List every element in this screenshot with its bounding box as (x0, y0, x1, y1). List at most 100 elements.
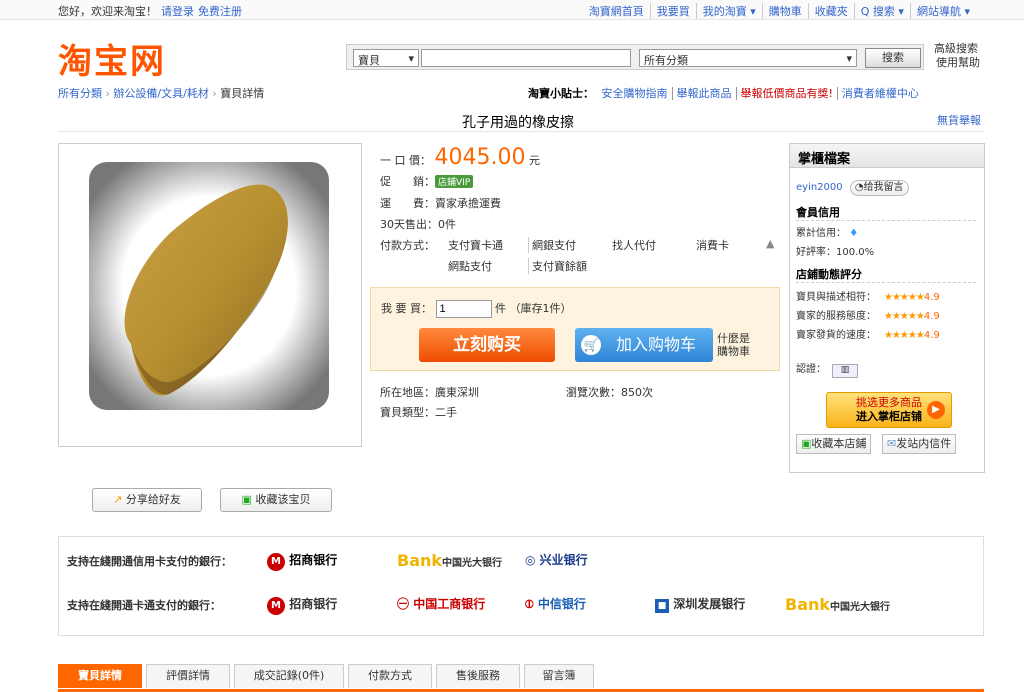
advanced-links: 高級搜索 使用幫助 (934, 42, 980, 70)
site-message-button[interactable]: ✉发站内信件 (882, 434, 957, 454)
star-add-icon: ▣ (801, 437, 812, 450)
pay-method: 消費卡 (696, 239, 729, 252)
nav-buy[interactable]: 我要買 (649, 3, 696, 19)
favorite-item-button[interactable]: ▣ 收藏该宝贝 (220, 488, 332, 512)
nav-search[interactable]: Q 搜索 ▾ (853, 3, 910, 19)
pay-method: 網點支付 (448, 260, 492, 273)
nav-cart[interactable]: 購物車 (761, 3, 808, 19)
quantity-input[interactable] (435, 300, 492, 318)
type-label: 寶貝類型： (380, 406, 435, 419)
tab-reviews[interactable]: 評價詳情 (146, 664, 230, 688)
shipping-row: 運 費：賣家承擔運費 (380, 195, 501, 211)
bank-logo-ceb[interactable]: Bank中国光大银行 (785, 595, 890, 614)
credit-title: 會員信用 (796, 204, 976, 221)
chevron-down-icon: ▾ (846, 52, 852, 65)
diamond-icon: ♦ (849, 228, 859, 239)
register-link[interactable]: 免费注册 (198, 5, 242, 18)
score-value: 4.9 (923, 292, 940, 303)
item-info: 一 口 價： 4045.00 元 促 銷： 店鋪VIP 運 費：賣家承擔運費 30… (380, 143, 780, 283)
collapse-icon[interactable]: ▲ (766, 237, 774, 250)
tab-after-sales[interactable]: 售後服務 (436, 664, 520, 688)
nav-favorites[interactable]: 收藏夾 (807, 3, 854, 19)
bank-logo-cmb[interactable]: M 招商银行 (267, 595, 337, 615)
search-type-select[interactable]: 寶貝 ▾ (353, 49, 419, 67)
buy-now-button[interactable]: 立刻购买 (419, 328, 555, 362)
favorite-item-label: 收藏该宝贝 (255, 493, 311, 506)
icbc-icon: ㊀ (397, 597, 410, 611)
card-banks-label: 支持在綫開通卡通支付的銀行： (67, 599, 221, 612)
bank-logo-cmb[interactable]: M 招商银行 (267, 551, 337, 571)
search-category-value: 所有分類 (644, 54, 688, 67)
id-cert-icon: ▥ (832, 364, 858, 378)
score-row: 賣家的服務態度： ★★★★★4.9 (796, 307, 940, 322)
stock-text: 件 （庫存1件） (495, 302, 572, 315)
what-is-cart-line1: 什麼是 (717, 332, 750, 345)
star-icon: ★★★★★ (884, 292, 925, 303)
rate-label: 好評率： (796, 247, 836, 258)
what-is-cart-link[interactable]: 什麼是 購物車 (717, 332, 750, 358)
add-to-cart-button[interactable]: 🛒 加入购物车 (575, 328, 713, 362)
taobao-logo[interactable]: 淘宝网 (58, 34, 166, 83)
enter-shop-button[interactable]: 挑选更多商品 进入掌柜店铺 ▶ (826, 392, 952, 428)
search-bar: 寶貝 ▾ 所有分類 ▾ 搜索 (346, 44, 924, 70)
bank-logo-sdb[interactable]: ■ 深圳发展银行 (655, 595, 745, 613)
add-to-cart-label: 加入购物车 (615, 335, 696, 354)
bank-logo-citic[interactable]: ⦶ 中信银行 (525, 595, 586, 612)
shipping-value: 賣家承擔運費 (435, 197, 501, 210)
tip-link-guide[interactable]: 安全購物指南 (598, 87, 672, 100)
star-icon: ★★★★★ (884, 330, 925, 341)
buy-box: 我 要 買： 件 （庫存1件） 立刻购买 🛒 加入购物车 什麼是 購物車 (370, 287, 780, 371)
share-label: 分享给好友 (125, 493, 181, 506)
tab-payment[interactable]: 付款方式 (348, 664, 432, 688)
breadcrumb-root[interactable]: 所有分類 (58, 87, 102, 100)
tip-link-report[interactable]: 舉報此商品 (671, 87, 736, 100)
nav-my-taobao[interactable]: 我的淘寶 ▾ (695, 3, 762, 19)
seller-name-link[interactable]: eyin2000 (796, 182, 843, 193)
price-value: 4045.00 (434, 145, 526, 170)
sold-row: 30天售出：0件 (380, 216, 456, 232)
views-row: 瀏覽次數：850次 (566, 384, 653, 400)
tab-guestbook[interactable]: 留言簿 (524, 664, 594, 688)
report-link[interactable]: 無貨舉報 (937, 112, 981, 128)
search-type-value: 寶貝 (358, 54, 380, 67)
pay-method: 支付寶餘額 (528, 258, 587, 274)
breadcrumb-category[interactable]: 辦公設備/文具/耗材 (113, 87, 208, 100)
score-row: 賣家發貨的速度： ★★★★★4.9 (796, 326, 940, 341)
score-label: 寶貝與描述相符： (796, 292, 876, 303)
tab-transactions[interactable]: 成交記錄(0件) (234, 664, 344, 688)
bank-name: 兴业银行 (539, 553, 588, 567)
bank-name: 深圳发展银行 (673, 597, 746, 611)
search-input[interactable] (421, 49, 631, 67)
credit-banks-label: 支持在綫開通信用卡支付的銀行： (67, 555, 232, 568)
nav-site-map[interactable]: 網站導航 ▾ (909, 3, 976, 19)
price-row: 一 口 價： 4045.00 元 (380, 145, 540, 170)
help-link[interactable]: 使用幫助 (934, 56, 980, 70)
cert-label: 認證： (796, 364, 826, 375)
mail-icon: ✉ (887, 437, 897, 450)
score-value: 4.9 (923, 330, 940, 341)
bank-logo-cib[interactable]: ◎ 兴业银行 (525, 551, 588, 568)
cart-icon: 🛒 (581, 335, 601, 355)
favorite-shop-button[interactable]: ▣收藏本店鋪 (796, 434, 872, 454)
search-category-select[interactable]: 所有分類 ▾ (639, 49, 857, 67)
nav-home[interactable]: 淘寶網首頁 (583, 3, 650, 19)
tip-link-lowprice[interactable]: 舉報低價商品有獎! (735, 87, 837, 100)
bank-logo-icbc[interactable]: ㊀ 中国工商银行 (397, 595, 485, 612)
seller-panel: 掌櫃檔案 eyin2000 ◔给我留言 會員信用 累計信用： ♦ 好評率：100… (789, 143, 985, 473)
pay-row: 付款方式： (380, 237, 435, 253)
share-icon: ↗ (113, 493, 123, 506)
product-image[interactable] (58, 143, 362, 447)
share-button[interactable]: ↗ 分享给好友 (92, 488, 202, 512)
vip-badge: 店鋪VIP (435, 175, 474, 188)
advanced-search-link[interactable]: 高級搜索 (934, 42, 980, 56)
tip-link-rights[interactable]: 消費者維權中心 (836, 87, 923, 100)
chat-icon: ◔ (854, 182, 864, 193)
star-icon: ★★★★★ (884, 311, 925, 322)
message-seller-label: 给我留言 (863, 182, 904, 193)
tab-item-details[interactable]: 寶貝詳情 (58, 664, 142, 688)
login-link[interactable]: 请登录 (161, 5, 194, 18)
message-seller-button[interactable]: ◔给我留言 (849, 180, 909, 196)
search-button[interactable]: 搜索 (865, 48, 921, 68)
seller-name-row: eyin2000 ◔给我留言 (796, 180, 909, 196)
bank-logo-ceb[interactable]: Bank中国光大银行 (397, 551, 502, 570)
